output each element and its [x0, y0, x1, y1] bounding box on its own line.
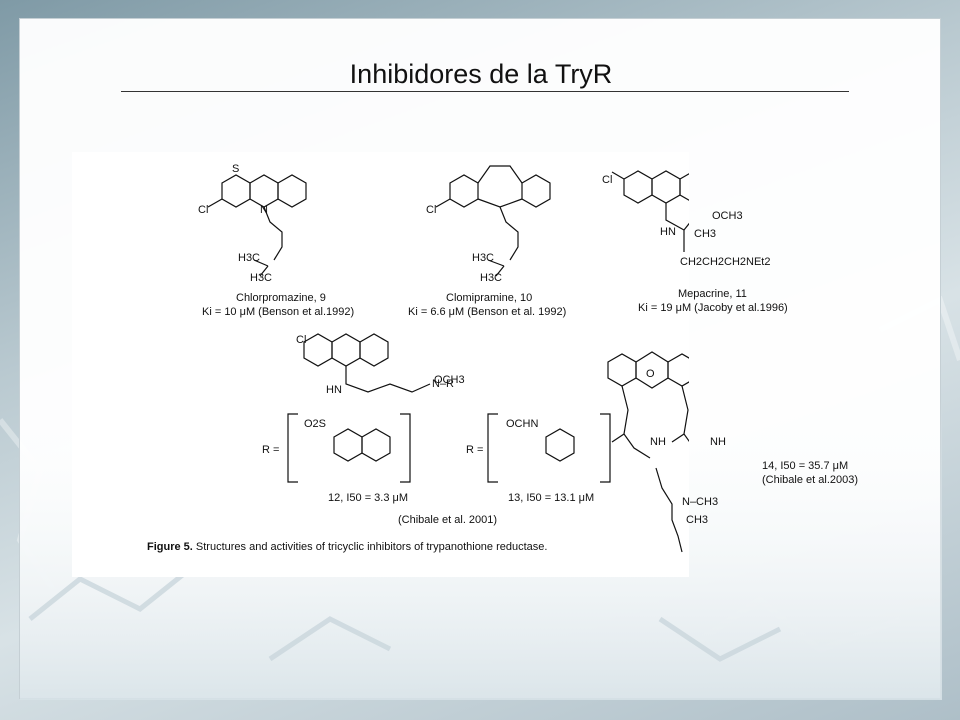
- structure-drawings: [207, 165, 689, 553]
- atom-label-ochn: OCHN: [506, 418, 539, 430]
- atom-label-h3c-2: H3C: [472, 252, 495, 264]
- r-equals-label: R =: [262, 444, 280, 456]
- atom-label-o: O: [646, 368, 655, 380]
- slide-title: Inhibidores de la TryR: [349, 59, 613, 89]
- atom-label-cl-4: Cl: [296, 334, 307, 346]
- figure-caption: Figure 5. Structures and activities of t…: [147, 541, 547, 553]
- mepacrine-structure: [611, 170, 689, 252]
- atom-label-cl-3: Cl: [602, 174, 613, 186]
- atom-label-cl: Cl: [198, 204, 209, 216]
- atom-label-chain: CH2CH2CH2NEt2: [680, 256, 771, 268]
- compound-10-name: Clomipramine, 10: [446, 292, 533, 304]
- compound-13-name: 13, I50 = 13.1 μM: [508, 492, 595, 504]
- compound-14-citation: (Chibale et al.2003): [762, 474, 859, 486]
- compound-9-activity: Ki = 10 μM (Benson et al.1992): [202, 306, 355, 318]
- compound-11-activity: Ki = 19 μM (Jacoby et al.1996): [638, 302, 788, 314]
- atom-label-nh-2: NH: [710, 436, 726, 448]
- acridine-structure: [287, 333, 611, 483]
- atom-label-och3: OCH3: [712, 210, 743, 222]
- atom-label-ch3-b: CH3: [686, 514, 709, 526]
- r-equals-label-2: R =: [466, 444, 484, 456]
- chemical-structures-figure: S N Cl H3C H3C Cl H3C H3C Cl OCH3 HN CH3…: [72, 152, 858, 577]
- compound-12-name: 12, I50 = 3.3 μM: [328, 492, 409, 504]
- atom-label-ch3: CH3: [694, 228, 717, 240]
- atom-label-n-ch3: N–CH3: [682, 496, 719, 508]
- atom-label-hn-2: HN: [326, 384, 342, 396]
- atom-label-h3c-b: H3C: [250, 272, 273, 284]
- atom-label-h3c-b-2: H3C: [480, 272, 503, 284]
- atom-label-n: N: [260, 204, 268, 216]
- atom-label-o2s: O2S: [304, 418, 327, 430]
- atom-label-hn: HN: [660, 226, 676, 238]
- caption-label: Figure 5.: [147, 541, 193, 553]
- compound-10-activity: Ki = 6.6 μM (Benson et al. 1992): [408, 306, 567, 318]
- caption-text: Structures and activities of tricyclic i…: [195, 541, 548, 553]
- compound-9-name: Chlorpromazine, 9: [236, 292, 326, 304]
- atom-label-nr: N–R: [432, 378, 455, 390]
- compound-11-name: Mepacrine, 11: [678, 288, 747, 300]
- title-underline: [121, 91, 849, 92]
- atom-label-s: S: [232, 163, 240, 175]
- citation-12-13: (Chibale et al. 2001): [398, 514, 498, 526]
- atom-label-nh: NH: [650, 436, 666, 448]
- compound-14-name: 14, I50 = 35.7 μM: [762, 460, 849, 472]
- atom-label-cl-2: Cl: [426, 204, 437, 216]
- atom-label-h3c: H3C: [238, 252, 261, 264]
- xanthene-structure: [607, 351, 689, 553]
